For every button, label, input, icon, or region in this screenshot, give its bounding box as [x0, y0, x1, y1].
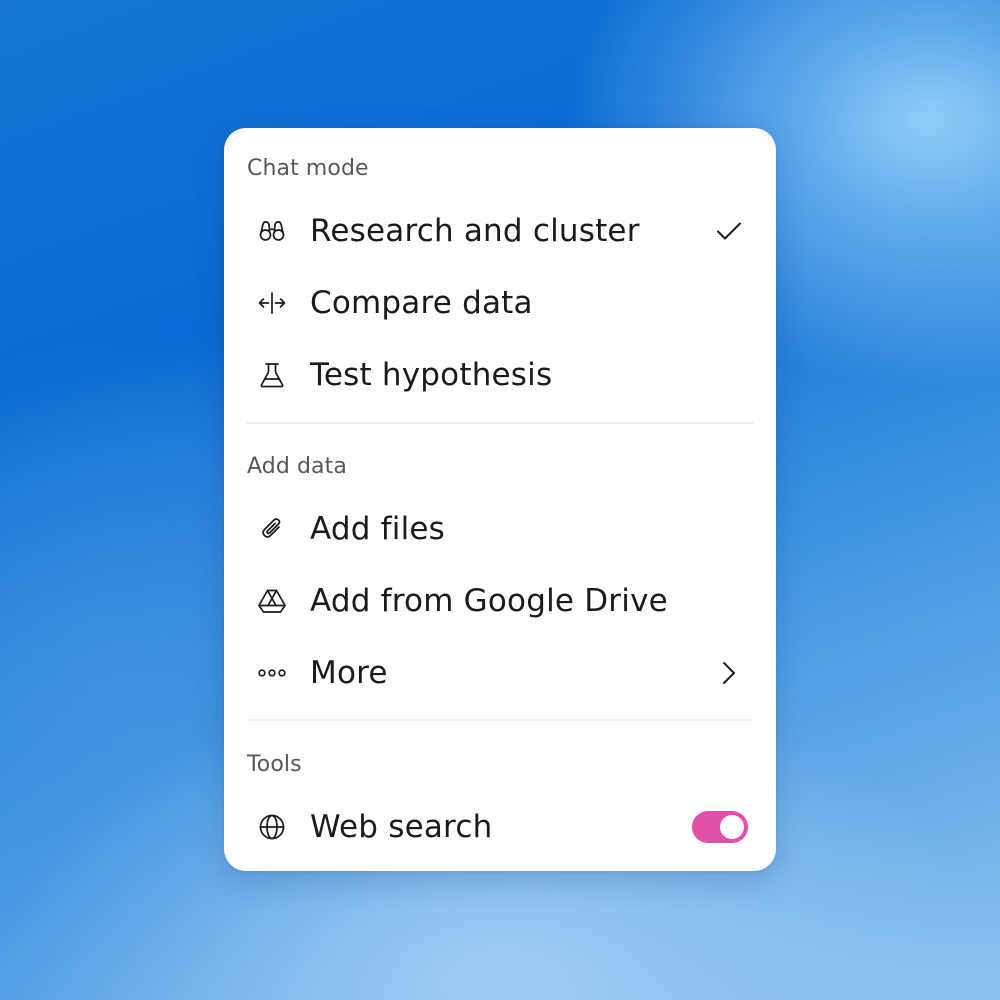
menu-item-add-files[interactable]: Add files: [246, 497, 754, 561]
section-label-chat-mode: Chat mode: [247, 156, 369, 181]
section-label-add-data: Add data: [247, 454, 347, 479]
menu-item-label: Research and cluster: [310, 213, 640, 249]
google-drive-icon: [246, 581, 302, 621]
menu-item-test-hypothesis[interactable]: Test hypothesis: [246, 343, 754, 407]
menu-item-add-from-google-drive[interactable]: Add from Google Drive: [246, 569, 754, 633]
menu-item-label: Web search: [310, 809, 493, 845]
submenu-indicator: [714, 641, 744, 705]
web-search-toggle-wrapper: [692, 795, 748, 859]
menu-item-label: Add files: [310, 511, 446, 547]
menu-item-web-search[interactable]: Web search: [246, 795, 754, 859]
section-divider: [246, 719, 754, 721]
menu-item-label: Add from Google Drive: [310, 583, 668, 619]
menu-item-label: Compare data: [310, 285, 533, 321]
menu-item-research-and-cluster[interactable]: Research and cluster: [246, 199, 754, 263]
globe-icon: [246, 807, 302, 847]
menu-item-more[interactable]: More: [246, 641, 754, 705]
binoculars-icon: [246, 211, 302, 251]
chevron-right-icon: [723, 662, 735, 684]
web-search-toggle[interactable]: [692, 811, 748, 843]
paperclip-icon: [246, 509, 302, 549]
compare-arrows-icon: [246, 283, 302, 323]
section-divider: [246, 422, 754, 424]
checkmark-icon: [717, 222, 741, 240]
menu-item-compare-data[interactable]: Compare data: [246, 271, 754, 335]
menu-item-label: Test hypothesis: [310, 357, 553, 393]
toggle-knob: [720, 815, 744, 839]
section-label-tools: Tools: [247, 752, 302, 777]
more-dots-icon: [246, 653, 302, 693]
selected-check: [714, 199, 744, 263]
flask-icon: [246, 355, 302, 395]
menu-item-label: More: [310, 655, 388, 691]
chat-options-menu: Chat mode Research and cluster Compare d…: [224, 128, 776, 871]
